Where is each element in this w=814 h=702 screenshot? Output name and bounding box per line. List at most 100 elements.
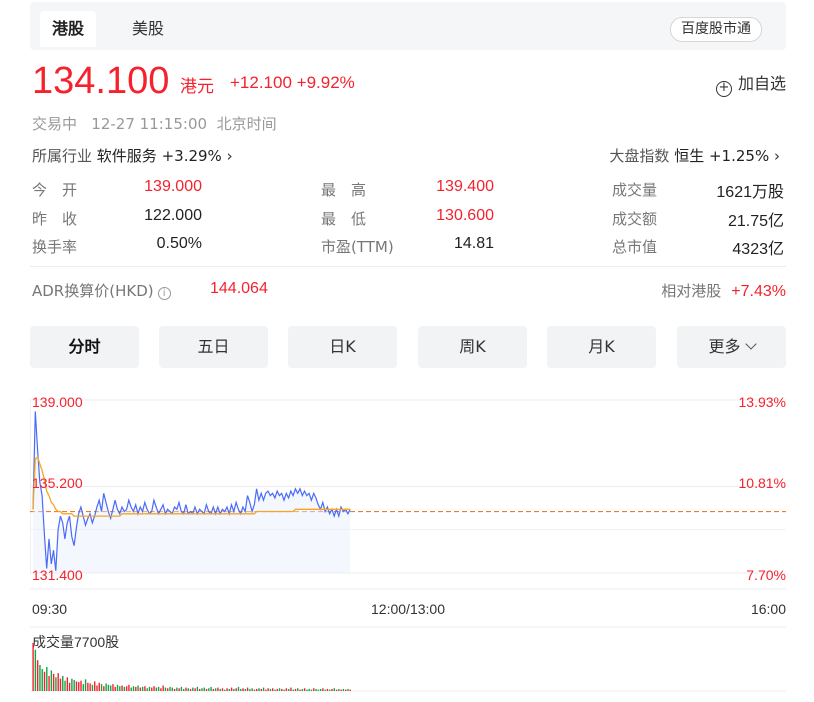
- volume-bar: [342, 688, 345, 691]
- period-tab-weekly[interactable]: 周K: [418, 326, 527, 368]
- add-watchlist-button[interactable]: + 加自选: [715, 70, 786, 97]
- volume-bar: [130, 687, 132, 691]
- volume-bar: [171, 687, 173, 691]
- volume-bar: [347, 688, 349, 691]
- volume-bar: [203, 687, 205, 691]
- volume-bar: [306, 689, 308, 691]
- volume-bar: [98, 682, 100, 691]
- trading-status: 交易中 12-27 11:15:00 北京时间: [32, 115, 277, 133]
- volume-bar: [162, 685, 164, 691]
- volume-bar: [313, 688, 315, 691]
- volume-bar: [214, 688, 217, 691]
- volume-bar: [50, 670, 53, 691]
- volume-bar: [338, 688, 340, 691]
- stock-quote-panel: 港股 美股 百度股市通 134.100 港元 +12.100 +9.92% + 加…: [30, 0, 786, 702]
- volume-bar: [180, 686, 183, 691]
- currency-label: 港元: [180, 77, 214, 97]
- stat-value: 1621万股: [716, 184, 784, 201]
- volume-bar: [269, 688, 272, 691]
- volume-bar: [48, 675, 50, 691]
- x-axis-label: 09:30: [32, 601, 67, 617]
- volume-bar: [91, 684, 94, 691]
- volume-bar: [299, 689, 301, 691]
- volume-bar: [178, 688, 180, 691]
- volume-bar: [141, 686, 144, 691]
- volume-bar: [167, 688, 169, 691]
- baidu-stock-button[interactable]: 百度股市通: [670, 17, 762, 42]
- volume-bar: [64, 680, 66, 691]
- intraday-chart[interactable]: 139.000 135.200 131.400 13.93% 10.81% 7.70% 09…: [30, 385, 786, 697]
- volume-bar: [335, 689, 338, 691]
- volume-bar: [310, 689, 313, 691]
- period-tab-daily[interactable]: 日K: [288, 326, 397, 368]
- stat-label: 市盈(TTM): [321, 238, 394, 256]
- volume-bar: [253, 689, 256, 691]
- adr-label-text: ADR换算价(HKD): [32, 282, 154, 300]
- volume-bar: [107, 684, 110, 691]
- volume-bar: [287, 688, 290, 691]
- volume-bar: [265, 689, 267, 691]
- volume-bar: [281, 688, 283, 691]
- x-axis-label: 16:00: [751, 601, 786, 617]
- volume-bar: [230, 687, 233, 691]
- industry-link[interactable]: 所属行业 软件服务 +3.29% ›: [32, 145, 233, 166]
- volume-bar: [340, 689, 342, 691]
- y-axis-label-right: 13.93%: [739, 394, 786, 410]
- volume-bar: [228, 688, 231, 691]
- info-icon[interactable]: i: [157, 287, 171, 300]
- y-axis-label-right: 7.70%: [746, 567, 786, 583]
- volume-bar: [155, 687, 158, 691]
- period-tab-intraday[interactable]: 分时: [30, 326, 139, 368]
- volume-bar: [121, 685, 123, 691]
- volume-label: 成交量7700股: [32, 634, 119, 650]
- volume-bar: [271, 688, 274, 691]
- volume-bar: [109, 685, 112, 691]
- stat-value: 0.50%: [156, 235, 202, 252]
- stat-label: 最 低: [321, 210, 367, 228]
- volume-bar: [116, 684, 119, 691]
- volume-bar: [212, 688, 215, 691]
- volume-bar: [75, 681, 78, 691]
- volume-bar: [119, 686, 121, 691]
- volume-bars: [32, 643, 351, 691]
- index-link[interactable]: 大盘指数 恒生 +1.25% ›: [609, 145, 780, 166]
- volume-bar: [345, 689, 347, 691]
- stat-label: 昨 收: [32, 210, 78, 228]
- volume-bar: [36, 660, 39, 691]
- volume-bar: [68, 682, 71, 691]
- market-tabs: 港股 美股 百度股市通: [30, 2, 786, 50]
- volume-bar: [283, 689, 285, 691]
- volume-bar: [123, 686, 126, 691]
- stat-label: 换手率: [32, 238, 78, 256]
- stat-label: 最 高: [321, 181, 367, 199]
- volume-bar: [205, 688, 208, 691]
- period-tab-more[interactable]: 更多: [677, 326, 786, 368]
- volume-bar: [89, 683, 91, 691]
- chevron-down-icon: [744, 338, 757, 350]
- volume-bar: [210, 686, 212, 691]
- volume-bar: [198, 688, 201, 691]
- volume-bar: [146, 688, 148, 691]
- volume-bar: [176, 687, 178, 691]
- volume-bar: [43, 671, 46, 691]
- volume-bar: [221, 688, 224, 691]
- volume-bar: [78, 682, 80, 691]
- volume-bar: [100, 684, 103, 691]
- volume-bar: [151, 687, 153, 691]
- more-label: 更多: [708, 337, 741, 356]
- stat-label: 成交量: [612, 181, 658, 199]
- volume-bar: [112, 684, 114, 691]
- stat-value: 139.000: [144, 178, 202, 195]
- adr-value: 144.064: [210, 280, 268, 297]
- index-label: 大盘指数: [609, 147, 670, 165]
- period-tab-monthly[interactable]: 月K: [547, 326, 656, 368]
- volume-bar: [317, 689, 320, 691]
- stat-value: 4323亿: [732, 241, 784, 258]
- volume-bar: [237, 686, 240, 691]
- tab-us[interactable]: 美股: [116, 11, 180, 47]
- volume-bar: [73, 680, 75, 691]
- volume-bar: [87, 682, 89, 691]
- tab-hk[interactable]: 港股: [40, 11, 96, 47]
- period-tab-5day[interactable]: 五日: [159, 326, 268, 368]
- volume-bar: [315, 688, 317, 691]
